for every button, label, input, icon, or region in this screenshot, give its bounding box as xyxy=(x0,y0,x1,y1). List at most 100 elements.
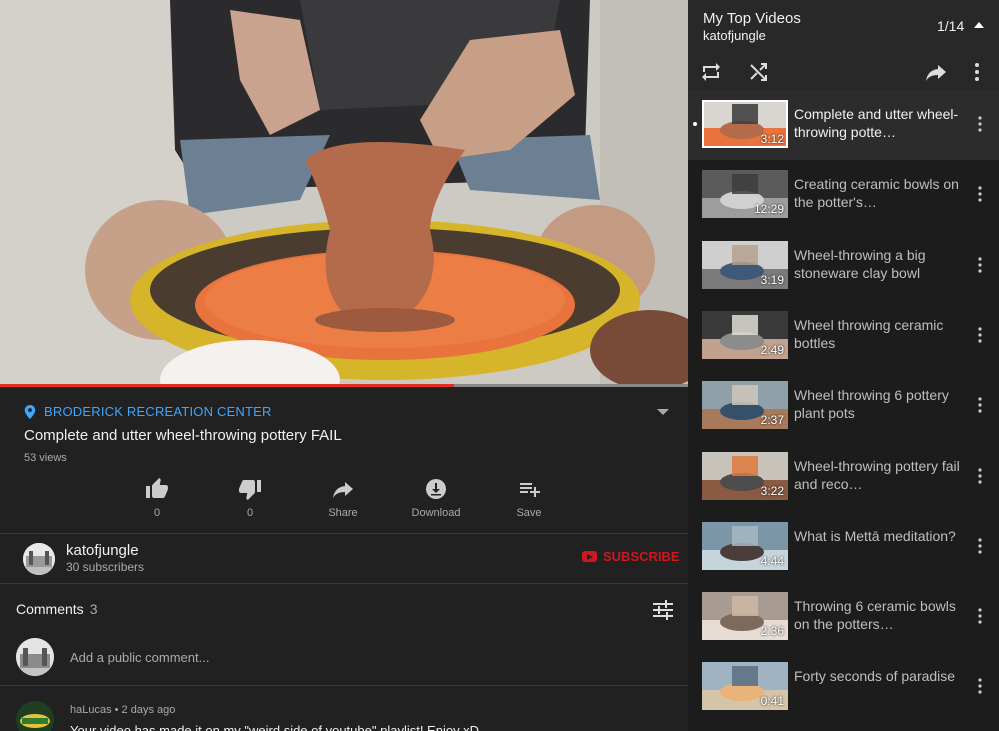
playlist-controls xyxy=(688,52,999,90)
video-duration: 2:36 xyxy=(760,624,784,639)
playlist-item[interactable]: 2:49 Wheel throwing ceramic bottles xyxy=(688,301,999,371)
playlist-thumbnail[interactable]: 0:41 xyxy=(702,662,788,711)
playlist-thumbnail[interactable]: 3:22 xyxy=(702,451,788,500)
comments-header[interactable]: Comments 3 xyxy=(16,601,97,617)
dislike-count: 0 xyxy=(246,507,254,519)
item-more-icon[interactable] xyxy=(977,186,983,202)
video-title: Complete and utter wheel-throwing potter… xyxy=(24,427,342,444)
like-count: 0 xyxy=(153,507,161,519)
youtube-logo-icon xyxy=(582,551,597,562)
item-more-icon[interactable] xyxy=(977,467,983,484)
action-bar: 0 0 Share Download Save xyxy=(110,477,590,522)
video-duration: 3:22 xyxy=(760,483,784,498)
playlist-thumbnail[interactable]: 2:49 xyxy=(702,310,788,359)
view-count: 53 views xyxy=(24,452,67,464)
playlist-thumbnail[interactable]: 3:19 xyxy=(702,240,788,289)
location-label: BRODERICK RECREATION CENTER xyxy=(44,404,272,419)
shuffle-icon[interactable] xyxy=(748,61,770,83)
vertical-dots-icon xyxy=(978,116,982,132)
playlist-panel: My Top Videos katofjungle 1/14 3:12 Compl… xyxy=(688,0,999,731)
channel-avatar-image xyxy=(23,543,55,575)
playlist-item-title: Forty seconds of paradise xyxy=(794,668,956,685)
channel-name[interactable]: katofjungle xyxy=(66,542,139,559)
playlist-more-icon[interactable] xyxy=(973,61,981,83)
location-pin-icon xyxy=(24,404,36,419)
item-more-icon[interactable] xyxy=(977,116,983,132)
comments-count: 3 xyxy=(89,601,98,617)
item-more-icon[interactable] xyxy=(977,608,983,624)
comment-meta: haLucas • 2 days ago xyxy=(70,704,176,716)
share-button[interactable]: Share xyxy=(296,477,390,519)
playlist-item-title: What is Mettā meditation? xyxy=(794,527,956,544)
video-duration: 3:19 xyxy=(760,272,784,287)
vertical-dots-icon xyxy=(978,186,982,202)
playlist-item[interactable]: 0:41 Forty seconds of paradise xyxy=(688,652,999,722)
expand-description-icon[interactable] xyxy=(656,407,670,417)
sort-comments-icon[interactable] xyxy=(652,600,674,620)
commenter-avatar-image xyxy=(16,701,54,731)
video-info-panel: BRODERICK RECREATION CENTER Complete and… xyxy=(0,387,688,731)
playlist-item[interactable]: 4:44 What is Mettā meditation? xyxy=(688,512,999,582)
playlist-item[interactable]: 2:37 Wheel throwing 6 pottery plant pots xyxy=(688,371,999,441)
vertical-dots-icon xyxy=(978,467,982,484)
add-comment-input[interactable]: Add a public comment... xyxy=(70,650,209,665)
playlist-thumbnail[interactable]: 2:36 xyxy=(702,592,788,641)
thumbs-down-icon xyxy=(239,480,261,500)
share-arrow-icon xyxy=(333,482,353,498)
playlist-owner: katofjungle xyxy=(703,28,766,43)
dislike-button[interactable]: 0 xyxy=(203,477,297,519)
vertical-dots-icon xyxy=(978,397,982,413)
video-player[interactable] xyxy=(0,0,688,387)
share-label: Share xyxy=(328,507,358,519)
video-duration: 2:37 xyxy=(760,413,784,428)
playlist-thumbnail[interactable]: 12:29 xyxy=(702,170,788,219)
playlist-add-icon xyxy=(520,483,540,497)
playlist-item-title: Creating ceramic bowls on the potter's… xyxy=(794,176,959,211)
comment-text: Your video has made it on my "weird side… xyxy=(70,723,480,731)
playlist-item[interactable]: 2:36 Throwing 6 ceramic bowls on the pott… xyxy=(688,582,999,652)
location-link[interactable]: BRODERICK RECREATION CENTER xyxy=(24,404,272,419)
divider xyxy=(0,583,688,584)
playlist-item-title: Wheel throwing 6 pottery plant pots xyxy=(794,387,949,422)
collapse-playlist-icon[interactable] xyxy=(973,21,985,29)
loop-icon[interactable] xyxy=(700,61,722,83)
item-more-icon[interactable] xyxy=(977,327,983,343)
item-more-icon[interactable] xyxy=(977,397,983,413)
playlist-item-title: Complete and utter wheel-throwing potte… xyxy=(794,106,959,140)
playlist-title: My Top Videos xyxy=(703,10,801,27)
commenter-avatar[interactable] xyxy=(16,701,54,731)
share-playlist-icon[interactable] xyxy=(925,61,947,83)
channel-avatar[interactable] xyxy=(23,543,55,575)
subscriber-count: 30 subscribers xyxy=(66,560,145,574)
playlist-item-title: Wheel-throwing a big stoneware clay bowl xyxy=(794,246,926,281)
like-button[interactable]: 0 xyxy=(110,477,204,519)
vertical-dots-icon xyxy=(978,538,982,554)
playlist-header[interactable]: My Top Videos katofjungle 1/14 xyxy=(688,0,999,52)
user-avatar xyxy=(16,638,54,676)
thumbs-up-icon xyxy=(146,478,168,498)
playlist-thumbnail[interactable]: 4:44 xyxy=(702,521,788,570)
save-label: Save xyxy=(516,507,542,519)
video-duration: 12:29 xyxy=(753,202,784,217)
item-more-icon[interactable] xyxy=(977,538,983,554)
vertical-dots-icon xyxy=(978,678,982,694)
user-avatar-image xyxy=(16,638,54,676)
playlist-item[interactable]: 3:12 Complete and utter wheel-throwing po… xyxy=(688,90,999,160)
video-frame xyxy=(0,0,688,387)
download-button[interactable]: Download xyxy=(389,477,483,519)
download-label: Download xyxy=(411,507,461,519)
item-more-icon[interactable] xyxy=(977,678,983,694)
playlist-item-title: Throwing 6 ceramic bowls on the potters… xyxy=(794,598,956,633)
vertical-dots-icon xyxy=(978,256,982,273)
playlist-item-title: Wheel-throwing pottery fail and reco… xyxy=(794,457,960,492)
save-button[interactable]: Save xyxy=(482,477,576,519)
subscribe-button[interactable]: SUBSCRIBE xyxy=(582,549,680,564)
channel-row: katofjungle 30 subscribers SUBSCRIBE xyxy=(0,533,688,583)
divider xyxy=(0,685,688,686)
video-duration: 4:44 xyxy=(760,553,784,568)
playlist-thumbnail[interactable]: 2:37 xyxy=(702,381,788,430)
item-more-icon[interactable] xyxy=(977,256,983,273)
playlist-item[interactable]: 12:29 Creating ceramic bowls on the potte… xyxy=(688,160,999,230)
playlist-item[interactable]: 3:22 Wheel-throwing pottery fail and reco… xyxy=(688,442,999,512)
playlist-item[interactable]: 3:19 Wheel-throwing a big stoneware clay … xyxy=(688,231,999,301)
